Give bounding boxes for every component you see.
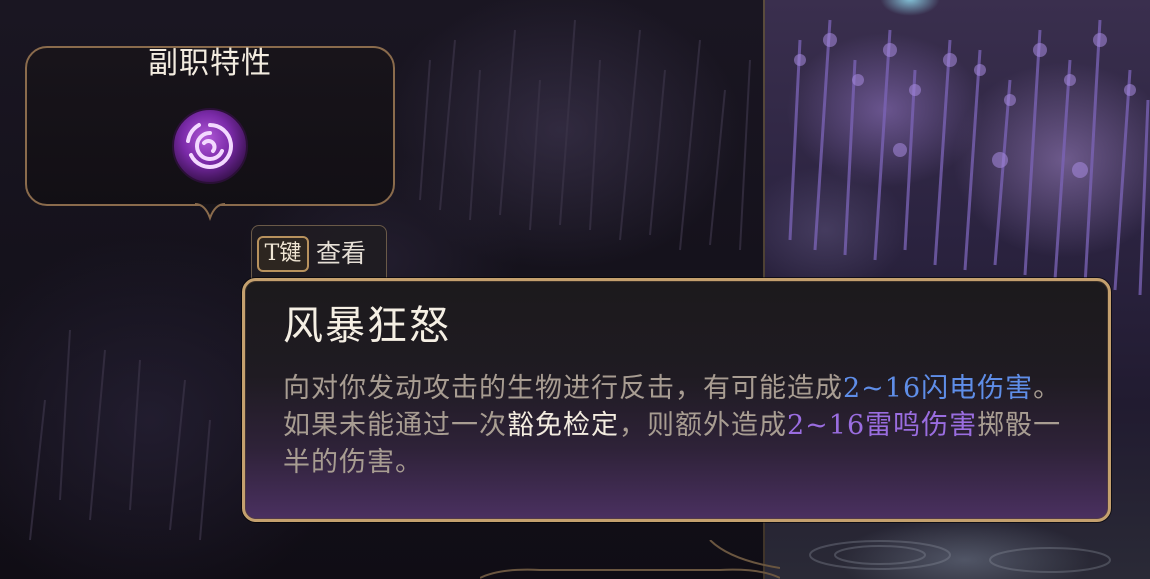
card-notch (194, 203, 226, 221)
storm-sorcery-icon[interactable] (171, 107, 249, 185)
examine-label: 查看 (316, 239, 367, 268)
game-scene: 副职特性 T键 查看 风暴狂怒 向对你发动攻击的生物进行反击，有可能造成2~16… (0, 0, 1150, 579)
thunder-damage-text: 2~16雷鸣伤害 (787, 410, 978, 441)
subclass-feature-title: 副职特性 (148, 46, 272, 81)
bottom-frame-ornament (480, 540, 780, 579)
lightning-damage-text: 2~16闪电伤害 (843, 373, 1034, 404)
tooltip-title: 风暴狂怒 (283, 303, 451, 349)
desc-text: ，则额外造成 (619, 410, 787, 441)
desc-text: 向对你发动攻击的生物进行反击，有可能造成 (283, 373, 843, 404)
saving-throw-keyword[interactable]: 豁免检定 (507, 410, 619, 441)
t-key-cap: T键 (257, 236, 309, 272)
tooltip-description: 向对你发动攻击的生物进行反击，有可能造成2~16闪电伤害。如果未能通过一次豁免检… (283, 370, 1073, 481)
